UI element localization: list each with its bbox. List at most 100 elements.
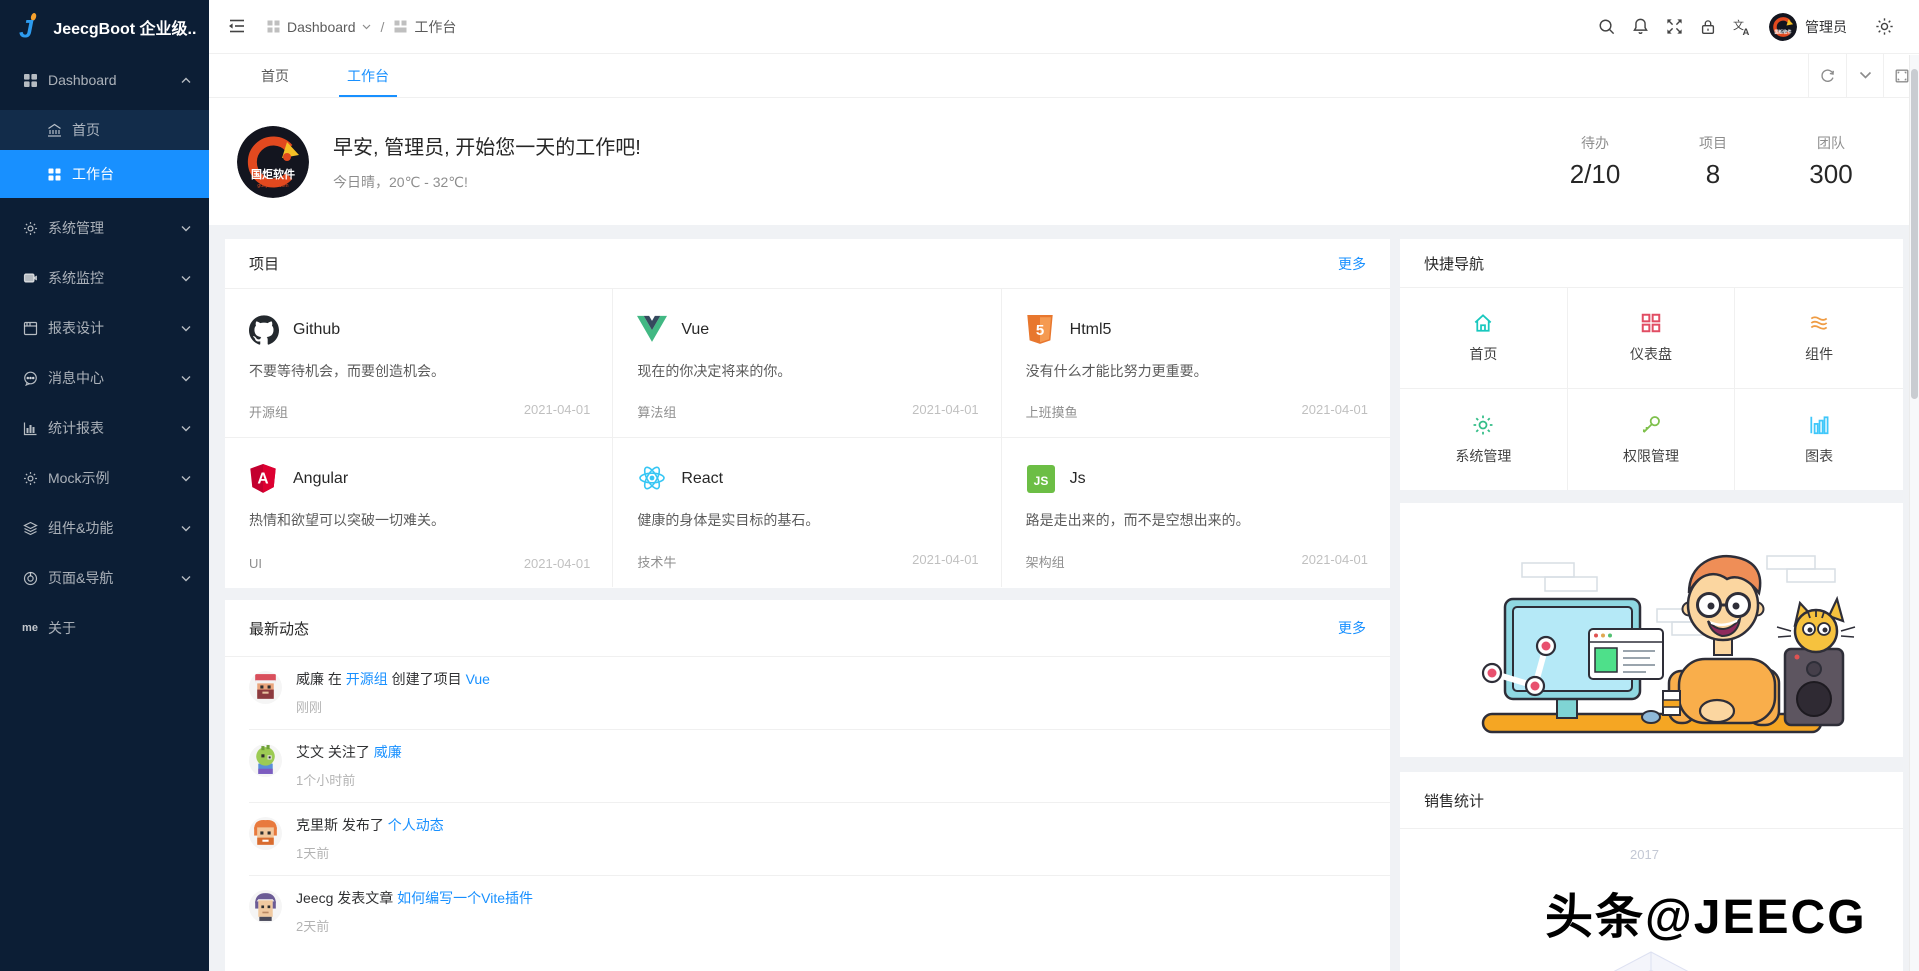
app-logo[interactable]: J JeecgBoot 企业级... [0,0,209,54]
page-tabs: 首页 工作台 [209,54,1919,98]
stat-projects: 项目 8 [1699,135,1727,189]
tab-home[interactable]: 首页 [245,54,305,97]
chevron-down-icon [181,373,191,383]
avatar [249,744,282,777]
projects-card-header: 项目 更多 [225,239,1390,289]
tab-dropdown-chevron-icon[interactable] [1846,54,1883,97]
breadcrumb-separator: / [380,18,385,35]
fullscreen-icon[interactable] [1657,10,1691,44]
project-item-angular[interactable]: A Angular 热情和欲望可以突破一切难关。 UI 2021-04-01 [225,438,614,587]
banner-stats: 待办 2/10 项目 8 团队 300 [1567,133,1859,190]
lock-icon[interactable] [1691,10,1725,44]
sidebar-item-mock[interactable]: Mock示例 [0,458,209,498]
sales-card-header: 销售统计 [1400,772,1903,829]
radar-chart [1613,951,1689,971]
stat-team: 团队 300 [1809,135,1853,189]
tab-toolbar [1808,54,1919,97]
quicknav-card-header: 快捷导航 [1400,239,1903,288]
workbench-grid-icon [46,166,62,182]
search-icon[interactable] [1589,10,1623,44]
svg-text:J: J [19,16,34,42]
sidebar-item-workbench[interactable]: 工作台 [0,150,209,198]
api-gear-icon [22,470,38,486]
project-item-github[interactable]: Github 不要等待机会，而要创造机会。 开源组 2021-04-01 [225,289,614,438]
quicknav-grid: 首页 仪表盘 组件 系统管理 权限管理 图表 [1400,288,1903,490]
svg-text:JS: JS [1033,474,1048,488]
notification-bell-icon[interactable] [1623,10,1657,44]
news-link[interactable]: 个人动态 [388,817,444,833]
bank-icon [46,122,62,138]
app-title: JeecgBoot 企业级... [53,21,197,38]
chevron-down-icon [181,273,191,283]
sidebar-item-components[interactable]: 组件&功能 [0,508,209,548]
monitor-icon [22,270,38,286]
key-icon [1640,414,1662,436]
news-link[interactable]: Vue [466,671,490,687]
menu-collapse-icon[interactable] [227,16,249,38]
welcome-banner: 国炬软件 guojusoft.com 早安, 管理员, 开始您一天的工作吧! 今日… [209,98,1919,225]
avatar [249,890,282,923]
settings-gear-icon[interactable] [1867,10,1901,44]
news-link[interactable]: 开源组 [346,671,388,687]
sidebar-item-report-design[interactable]: 报表设计 [0,308,209,348]
quicknav-item-home[interactable]: 首页 [1400,288,1568,389]
quicknav-title: 快捷导航 [1424,255,1485,273]
chevron-down-icon [362,24,370,29]
header-actions: 文A 国炬软件 管理员 [1589,10,1901,44]
sidebar-item-pages-nav[interactable]: 页面&导航 [0,558,209,598]
avatar: 国炬软件 [1769,12,1797,41]
news-link[interactable]: 如何编写一个Vite插件 [397,890,533,906]
quicknav-card: 快捷导航 首页 仪表盘 组件 系统管理 权限管理 图表 [1400,239,1903,490]
watermark-text: 头条@JEECG [1545,891,1867,944]
project-item-js[interactable]: JS Js 路是走出来的，而不是空想出来的。 架构组 2021-04-01 [1002,438,1390,587]
news-item: 威廉 在 开源组 创建了项目 Vue 刚刚 [249,657,1390,730]
sidebar-item-about[interactable]: me 关于 [0,608,209,648]
message-icon [22,370,38,386]
chevron-up-icon [181,75,191,85]
sidebar-item-dashboard[interactable]: Dashboard [0,60,209,100]
translate-icon[interactable]: 文A [1725,10,1759,44]
news-item: 克里斯 发布了 个人动态 1天前 [249,803,1390,876]
js-icon: JS [1026,464,1056,494]
vue-icon [637,315,668,345]
sidebar-item-system-manage[interactable]: 系统管理 [0,208,209,248]
breadcrumb-current[interactable]: 工作台 [394,17,456,37]
sidebar-item-system-monitor[interactable]: 系统监控 [0,258,209,298]
news-title: 最新动态 [249,620,310,638]
page-scrollbar[interactable] [1909,55,1919,971]
sales-title: 销售统计 [1424,792,1485,810]
tab-workbench[interactable]: 工作台 [331,54,405,97]
welcome-texts: 早安, 管理员, 开始您一天的工作吧! 今日晴，20℃ - 32℃! [333,131,641,192]
sidebar-item-message-center[interactable]: 消息中心 [0,358,209,398]
sidebar-item-stat-report[interactable]: 统计报表 [0,408,209,448]
news-time: 1个小时前 [296,773,356,788]
news-card-header: 最新动态 更多 [225,600,1390,657]
react-icon [637,464,667,494]
refresh-icon[interactable] [1808,54,1846,97]
news-card: 最新动态 更多 威廉 在 开源组 创建了项目 Vue 刚刚 艾文 关注了 威廉 … [225,600,1390,971]
bar-chart-icon [22,420,38,436]
project-item-html5[interactable]: 5 Html5 没有什么才能比努力更重要。 上班摸鱼 2021-04-01 [1001,289,1390,438]
scrollbar-thumb[interactable] [1911,69,1918,399]
quicknav-item-components[interactable]: 组件 [1735,288,1903,389]
news-more-link[interactable]: 更多 [1338,618,1366,638]
angular-icon: A [249,464,279,494]
chevron-down-icon [181,573,191,583]
radar-axis-label: 2017 [1630,847,1659,862]
quicknav-item-auth[interactable]: 权限管理 [1568,389,1736,490]
gear-icon [1472,414,1494,436]
sidebar-item-home[interactable]: 首页 [0,110,209,150]
quicknav-item-dashboard[interactable]: 仪表盘 [1567,288,1736,389]
quicknav-item-system[interactable]: 系统管理 [1400,389,1568,490]
quicknav-item-chart[interactable]: 图表 [1735,389,1903,490]
news-time: 2天前 [296,919,330,934]
news-item: 艾文 关注了 威廉 1个小时前 [249,730,1390,803]
project-item-react[interactable]: React 健康的身体是实目标的基石。 技术牛 2021-04-01 [613,438,1002,587]
user-menu[interactable]: 国炬软件 管理员 [1769,12,1847,41]
projects-more-link[interactable]: 更多 [1338,254,1366,274]
html5-icon: 5 [1026,315,1056,345]
breadcrumb-root[interactable]: Dashboard [267,19,371,35]
chevron-down-icon [181,423,191,433]
news-link[interactable]: 威廉 [374,744,402,760]
project-item-vue[interactable]: Vue 现在的你决定将来的你。 算法组 2021-04-01 [613,289,1002,438]
